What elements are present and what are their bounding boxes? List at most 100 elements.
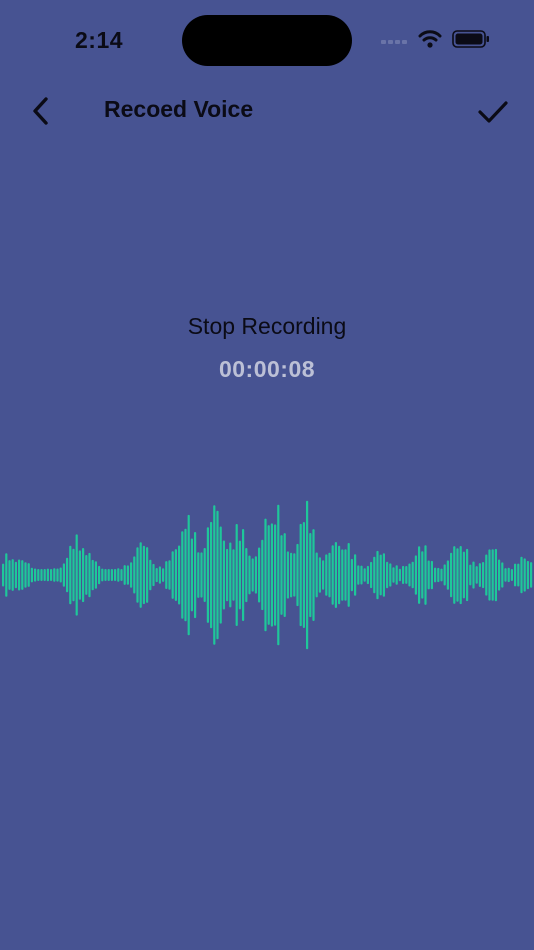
waveform-bar	[14, 561, 17, 589]
waveform-bar	[469, 564, 472, 586]
waveform-bar	[2, 563, 5, 587]
waveform-bar	[82, 548, 85, 603]
waveform-bar	[91, 559, 94, 591]
waveform-bar	[334, 542, 337, 608]
waveform-bar	[514, 563, 517, 587]
waveform-bar	[85, 555, 88, 595]
waveform-bar	[485, 554, 488, 596]
stop-recording-button[interactable]: Stop Recording	[0, 313, 534, 340]
waveform-bar	[27, 563, 30, 587]
waveform-bar	[139, 542, 142, 608]
waveform-bar	[21, 560, 24, 590]
waveform-bar	[411, 561, 414, 589]
waveform-bar	[238, 540, 241, 610]
waveform-bar	[24, 562, 27, 588]
waveform-bar	[424, 545, 427, 605]
waveform-bar	[181, 531, 184, 619]
waveform-bar	[245, 548, 248, 603]
waveform-bar	[270, 523, 273, 627]
waveform-bar	[347, 543, 350, 607]
waveform-bar	[165, 561, 168, 589]
waveform-bar	[299, 523, 302, 627]
waveform-bar	[274, 524, 277, 626]
waveform-bar	[267, 525, 270, 625]
waveform-bar	[66, 557, 69, 593]
waveform-bar	[379, 554, 382, 596]
waveform-bar	[152, 563, 155, 587]
waveform-bar	[302, 522, 305, 628]
waveform-bar	[222, 540, 225, 610]
waveform-bar	[286, 551, 289, 599]
waveform-bar	[62, 563, 65, 587]
waveform-bar	[43, 569, 46, 581]
waveform-bar	[395, 565, 398, 585]
waveform-bar	[338, 545, 341, 605]
waveform-bar	[453, 546, 456, 604]
waveform-bar	[50, 569, 53, 581]
waveform-bar	[376, 550, 379, 600]
waveform-bar	[277, 504, 280, 646]
waveform-bar	[472, 561, 475, 589]
waveform-bar	[136, 547, 139, 603]
waveform-bar	[30, 567, 33, 583]
waveform-bar	[315, 552, 318, 598]
waveform-bar	[171, 551, 174, 599]
waveform-bar	[53, 568, 56, 582]
waveform-bar	[117, 568, 120, 582]
waveform-bar	[363, 568, 366, 582]
waveform-bar	[133, 556, 136, 594]
waveform-bar	[322, 560, 325, 590]
waveform-bar	[498, 559, 501, 591]
waveform-bar	[437, 567, 440, 583]
waveform-bar	[235, 524, 238, 626]
waveform-bar	[430, 560, 433, 590]
waveform-bar	[373, 556, 376, 594]
waveform-bar	[158, 566, 161, 584]
waveform-bar	[197, 552, 200, 598]
signal-icon	[381, 40, 407, 44]
waveform-bar	[478, 563, 481, 587]
waveform-bar	[370, 561, 373, 589]
waveform-bar	[450, 552, 453, 598]
waveform-bar	[226, 548, 229, 602]
waveform-bar	[366, 565, 369, 585]
waveform-bar	[402, 565, 405, 584]
waveform-bar	[216, 510, 219, 640]
waveform-bar	[120, 569, 123, 581]
waveform-bar	[194, 532, 197, 619]
waveform-bar	[325, 554, 328, 596]
waveform-bar	[482, 562, 485, 589]
waveform-bar	[280, 535, 283, 615]
waveform-bar	[261, 539, 264, 611]
status-bar: 2:14	[0, 0, 534, 80]
status-time: 2:14	[75, 27, 124, 53]
waveform-bar	[408, 563, 411, 587]
waveform-bar	[142, 545, 145, 605]
waveform-bar	[309, 533, 312, 618]
waveform-bar	[306, 500, 309, 650]
checkmark-icon	[478, 101, 508, 123]
waveform-bar	[350, 558, 353, 592]
waveform-bar	[504, 568, 507, 582]
waveform-bar	[357, 565, 360, 585]
waveform-bar	[434, 567, 437, 583]
waveform-bar	[11, 559, 14, 591]
waveform-bar	[242, 529, 245, 621]
waveform-bar	[264, 518, 267, 632]
waveform-bar	[187, 514, 190, 636]
waveform-bar	[290, 552, 293, 598]
waveform-bar	[414, 555, 417, 595]
waveform-bar	[168, 560, 171, 590]
waveform-bar	[40, 569, 43, 581]
waveform-bar	[94, 561, 97, 589]
waveform-bar	[293, 553, 296, 597]
waveform-bar	[421, 551, 424, 599]
waveform-bar	[427, 560, 430, 590]
waveform-bar	[110, 569, 113, 581]
back-button[interactable]	[24, 92, 62, 130]
waveform-bar	[146, 547, 149, 603]
waveform-bar	[398, 568, 401, 582]
waveform-bar	[530, 562, 533, 588]
done-button[interactable]	[474, 92, 512, 130]
waveform-bar	[475, 566, 478, 584]
